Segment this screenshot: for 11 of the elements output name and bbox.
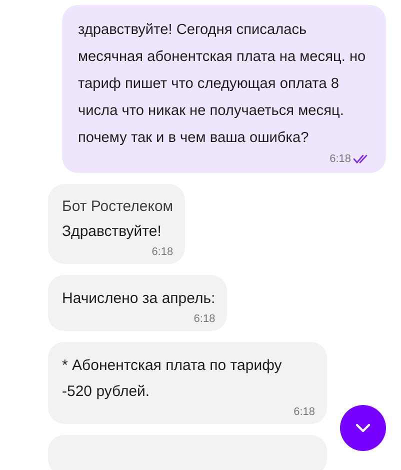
message-time: 6:18: [152, 246, 174, 258]
scroll-down-button[interactable]: [340, 405, 386, 451]
message-time: 6:18: [330, 153, 351, 165]
sender-name: Бот Ростелеком: [62, 197, 174, 217]
chevron-down-icon: [355, 423, 371, 433]
message-time: 6:18: [294, 406, 315, 418]
message-time: 6:18: [194, 313, 216, 325]
message-text: здравствуйте! Сегодня списалась месячная абонентская плата на месяц. но тариф пишет что следующая оплата 8 числа что никак не получаеться месяц. почему так и в чем ваша ошибка?: [78, 21, 367, 148]
message-text: Здравствуйте!: [62, 222, 162, 242]
message-text: * Абонентская плата по тарифу -520 рублей.: [62, 356, 283, 402]
message-text: Начислено за апрель:: [62, 289, 216, 309]
